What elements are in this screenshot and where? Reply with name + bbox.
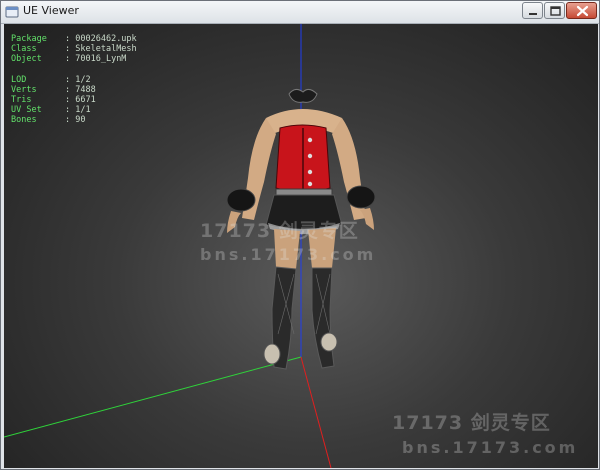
info-lod-value: 1/2 (75, 74, 91, 85)
info-lod-row: LOD: 1/2 (11, 74, 91, 85)
info-tris-key: Tris (11, 94, 32, 105)
info-class-value: SkeletalMesh (75, 44, 137, 55)
info-lod-key: LOD (11, 74, 27, 85)
3d-viewport[interactable]: Package: 00026462.upk Class: SkeletalMes… (4, 24, 598, 468)
info-bones-row: Bones: 90 (11, 115, 86, 126)
info-package-key: Package (11, 34, 47, 44)
info-uvset-value: 1/1 (75, 105, 91, 116)
title-bar[interactable]: UE Viewer (1, 1, 599, 24)
info-tris-value: 6671 (75, 94, 96, 105)
info-uvset-row: UV Set: 1/1 (11, 105, 91, 116)
watermark-center-title: 17173 剑灵专区 (200, 220, 359, 242)
close-icon (576, 5, 589, 17)
maximize-icon (550, 6, 561, 16)
ue-viewer-app-icon (5, 6, 19, 18)
watermark-corner-title: 17173 剑灵专区 (392, 412, 551, 434)
info-verts-key: Verts (11, 84, 37, 95)
info-bones-value: 90 (75, 115, 86, 126)
minimize-button[interactable] (522, 2, 543, 19)
minimize-icon (529, 13, 537, 15)
info-class-row: Class: SkeletalMesh (11, 44, 137, 55)
info-uvset-key: UV Set (11, 105, 42, 116)
mesh-info-overlay: Package: 00026462.upk Class: SkeletalMes… (11, 34, 137, 126)
maximize-button[interactable] (544, 2, 565, 19)
info-verts-value: 7488 (75, 84, 96, 95)
info-package-value: 00026462.upk (75, 34, 137, 44)
z-axis-line (300, 356, 332, 468)
ue-viewer-window: UE Viewer Package: 00026462.upk Class:… (0, 0, 600, 470)
info-object-value: 70016_LynM (75, 54, 127, 65)
info-package-row: Package: 00026462.upk (11, 34, 137, 44)
info-class-key: Class (11, 44, 37, 55)
x-axis-line (4, 356, 302, 438)
watermark-corner-url: bns.17173.com (402, 438, 579, 457)
watermark-center-url: bns.17173.com (200, 245, 377, 264)
close-button[interactable] (566, 2, 597, 19)
info-object-row: Object: 70016_LynM (11, 54, 127, 65)
info-bones-key: Bones (11, 115, 37, 126)
info-tris-row: Tris: 6671 (11, 94, 96, 105)
info-object-key: Object (11, 54, 42, 65)
info-verts-row: Verts: 7488 (11, 84, 96, 95)
window-title: UE Viewer (23, 4, 79, 17)
